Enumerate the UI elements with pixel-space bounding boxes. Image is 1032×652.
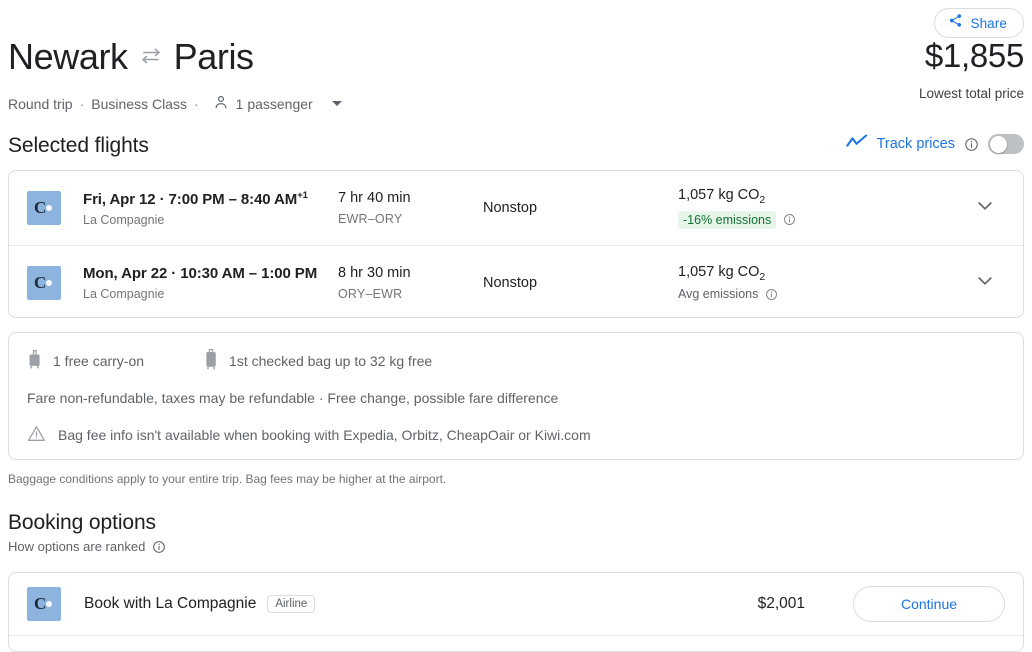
passenger-selector[interactable]: 1 passenger — [213, 94, 342, 113]
flight-co2: 1,057 kg CO2 — [678, 264, 893, 283]
baggage-info-card: 1 free carry-on 1st checked bag up to 32… — [8, 332, 1024, 460]
bag-fee-warning-label: Bag fee info isn't available when bookin… — [58, 427, 591, 443]
emissions-average-label: Avg emissions — [678, 287, 759, 302]
flight-co2-value: 1,057 kg CO — [678, 263, 760, 280]
flight-airports: EWR–ORY — [338, 212, 403, 226]
booking-option-price: $2,001 — [757, 595, 805, 612]
flight-when-column: Mon, Apr 22 · 10:30 AM – 1:00 PM La Comp… — [83, 264, 338, 301]
meta-separator-2: · — [193, 95, 199, 112]
flight-co2-subscript: 2 — [759, 193, 766, 206]
carry-on-bag-icon — [27, 349, 42, 373]
flight-times: Mon, Apr 22 · 10:30 AM – 1:00 PM — [83, 264, 338, 282]
continue-button[interactable]: Continue — [853, 586, 1005, 622]
booking-options-title: Booking options — [8, 511, 156, 534]
trending-line-icon — [845, 134, 868, 154]
bag-fee-warning: Bag fee info isn't available when bookin… — [27, 425, 1005, 445]
total-price-block: $1,855 Lowest total price — [919, 36, 1024, 101]
booking-option-divider — [9, 635, 1023, 647]
flight-stops: Nonstop — [483, 200, 538, 216]
meta-separator-1: · — [79, 95, 85, 112]
info-icon[interactable] — [964, 137, 979, 152]
booking-option-chip: Airline — [267, 595, 316, 613]
booking-options-card: C Book with La Compagnie Airline $2,001 … — [8, 572, 1024, 652]
selected-flights-card: C Fri, Apr 12 · 7:00 PM – 8:40 AM+1 La C… — [8, 170, 1024, 318]
info-icon[interactable] — [152, 540, 166, 554]
la-compagnie-logo: C — [27, 191, 61, 225]
baggage-footnote: Baggage conditions apply to your entire … — [8, 472, 447, 486]
how-options-are-ranked-label: How options are ranked — [8, 539, 146, 554]
swap-arrows-icon — [140, 37, 162, 79]
flight-row-outbound[interactable]: C Fri, Apr 12 · 7:00 PM – 8:40 AM+1 La C… — [9, 171, 1023, 245]
cabin-class[interactable]: Business Class — [91, 96, 187, 112]
flight-booking-page: Share Newark Paris Round trip · Business… — [0, 0, 1032, 652]
destination-city: Paris — [173, 36, 254, 77]
flight-stops: Nonstop — [483, 274, 538, 291]
share-label: Share — [970, 15, 1007, 31]
la-compagnie-logo: C — [27, 587, 61, 621]
how-options-are-ranked[interactable]: How options are ranked — [8, 539, 166, 554]
flight-emissions-column: 1,057 kg CO2 -16% emissions — [678, 187, 893, 229]
flight-duration: 8 hr 30 min — [338, 264, 411, 281]
booking-option-label: Book with La Compagnie — [84, 595, 257, 612]
carry-on-info: 1 free carry-on — [27, 349, 145, 373]
flight-airline: La Compagnie — [83, 212, 165, 227]
expand-flight-chevron-down-icon[interactable] — [975, 196, 995, 221]
emissions-badge: -16% emissions — [678, 210, 777, 229]
track-prices-label: Track prices — [876, 136, 955, 152]
trip-meta: Round trip · Business Class · 1 passenge… — [8, 94, 1024, 113]
flight-airline: La Compagnie — [83, 287, 165, 301]
passenger-count-label: 1 passenger — [235, 95, 313, 112]
la-compagnie-logo: C — [27, 265, 61, 300]
flight-emissions-column: 1,057 kg CO2 Avg emissions — [678, 264, 893, 302]
track-prices-toggle[interactable] — [988, 134, 1024, 154]
flight-duration-column: 8 hr 30 min ORY–EWR — [338, 265, 483, 301]
flight-row-return[interactable]: C Mon, Apr 22 · 10:30 AM – 1:00 PM La Co… — [9, 245, 1023, 319]
route-title: Newark Paris — [8, 36, 1024, 84]
info-icon[interactable] — [765, 288, 778, 301]
flight-co2-value: 1,057 kg CO — [678, 187, 760, 204]
checked-bag-info: 1st checked bag up to 32 kg free — [204, 349, 432, 373]
flight-duration: 7 hr 40 min — [338, 190, 411, 206]
origin-city: Newark — [8, 36, 128, 77]
flight-airports: ORY–EWR — [338, 286, 403, 301]
track-prices-control[interactable]: Track prices — [845, 134, 1024, 154]
selected-flights-title: Selected flights — [8, 134, 149, 157]
flight-duration-column: 7 hr 40 min EWR–ORY — [338, 190, 483, 226]
fare-terms: Fare non-refundable, taxes may be refund… — [27, 390, 559, 406]
carry-on-label: 1 free carry-on — [53, 353, 145, 369]
flight-co2: 1,057 kg CO2 — [678, 187, 893, 206]
flight-co2-subscript: 2 — [759, 270, 766, 283]
trip-type[interactable]: Round trip — [8, 96, 73, 112]
flight-times-text: Fri, Apr 12 · 7:00 PM – 8:40 AM — [83, 190, 298, 208]
share-button[interactable]: Share — [934, 8, 1024, 38]
checked-bag-icon — [204, 349, 218, 373]
share-icon — [948, 13, 963, 33]
total-price-caption: Lowest total price — [918, 86, 1024, 101]
day-offset: +1 — [297, 189, 308, 201]
total-price: $1,855 — [924, 37, 1024, 74]
chevron-down-icon — [331, 101, 342, 106]
flight-when-column: Fri, Apr 12 · 7:00 PM – 8:40 AM+1 La Com… — [83, 190, 338, 227]
info-icon[interactable] — [783, 213, 796, 226]
checked-bag-label: 1st checked bag up to 32 kg free — [229, 353, 433, 369]
flight-times-text: Mon, Apr 22 · 10:30 AM – 1:00 PM — [83, 265, 318, 282]
flight-times: Fri, Apr 12 · 7:00 PM – 8:40 AM+1 — [83, 190, 338, 208]
expand-flight-chevron-down-icon[interactable] — [975, 270, 995, 295]
trip-header: Newark Paris Round trip · Business Class… — [8, 36, 1024, 113]
person-icon — [213, 94, 229, 113]
warning-triangle-icon — [27, 425, 46, 445]
booking-option-row[interactable]: C Book with La Compagnie Airline $2,001 … — [9, 573, 1023, 635]
